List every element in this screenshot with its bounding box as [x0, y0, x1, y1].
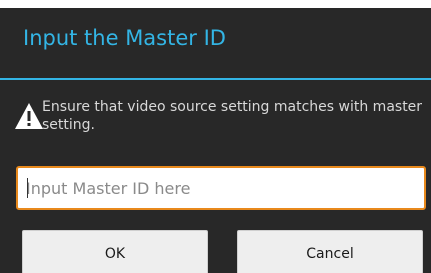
text-caret [27, 178, 28, 198]
dialog-message: Ensure that video source setting matches… [42, 99, 423, 133]
title-divider [0, 78, 431, 80]
warning-icon [15, 103, 43, 129]
master-id-input[interactable] [16, 166, 426, 210]
ok-button[interactable]: OK [22, 230, 208, 273]
cancel-button[interactable]: Cancel [237, 230, 423, 273]
master-id-dialog: Input the Master ID Ensure that video so… [0, 8, 431, 273]
message-row: Ensure that video source setting matches… [14, 98, 428, 148]
dialog-title-bar: Input the Master ID [0, 8, 431, 80]
dialog-title: Input the Master ID [23, 26, 226, 50]
